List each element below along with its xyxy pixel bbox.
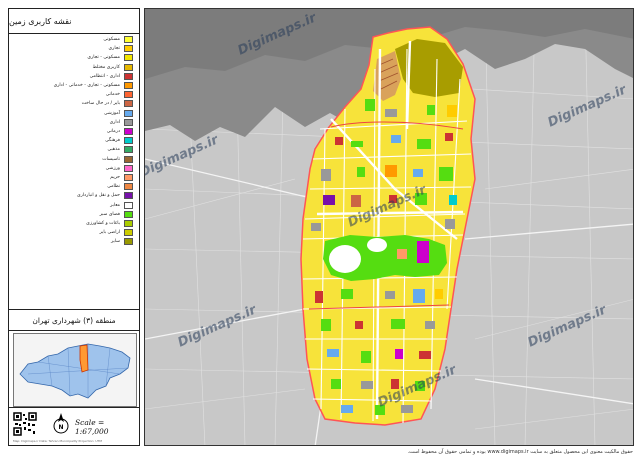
legend-swatch	[124, 54, 133, 62]
legend-item-label: مذهبی	[107, 147, 120, 153]
legend-item-label: سایر	[110, 239, 120, 245]
map-sheet: نقشه کاربری زمین مسکونی تجاری مسکونی - تجا…	[0, 0, 643, 461]
legend-item-label: تاسیسات	[102, 156, 120, 162]
legend-swatch	[124, 210, 133, 218]
legend-swatch	[124, 164, 133, 172]
legend-swatch	[124, 229, 133, 237]
legend-swatch	[124, 155, 133, 163]
legend-item-label: اداری - انتظامی	[89, 73, 120, 79]
map-footer: N Scale = 1:67,000 Map: Digimaps.ir Data…	[9, 407, 139, 446]
legend-item: کاربری مختلط	[13, 63, 133, 72]
legend-item: سایر	[13, 237, 133, 246]
legend-item: تجاری	[13, 44, 133, 53]
legend-item-label: اداری	[109, 119, 120, 125]
legend-item: حریم	[13, 173, 133, 182]
legend-item-label: اراضی بایر	[99, 230, 120, 236]
legend-item: اراضی بایر	[13, 228, 133, 237]
legend-swatch	[124, 201, 133, 209]
legend-title: نقشه کاربری زمین	[9, 9, 139, 34]
legend-item-label: ورزشی	[105, 165, 120, 171]
legend-item: مسکونی - تجاری - خدماتی - اداری	[13, 81, 133, 90]
legend-swatch	[124, 183, 133, 191]
scale-label: Scale = 1:67,000	[75, 418, 109, 436]
legend-item: اداری	[13, 118, 133, 127]
legend-item-label: خدماتی	[105, 92, 120, 98]
land-use-map[interactable]	[145, 9, 634, 446]
map-frame[interactable]: Digimaps.ir Digimaps.ir Digimaps.ir Digi…	[144, 8, 634, 446]
legend-item-label: حمل و نقل و انبارداری	[76, 193, 120, 199]
legend-item: فرهنگی	[13, 136, 133, 145]
legend-swatch	[124, 72, 133, 80]
legend-item: ورزشی	[13, 164, 133, 173]
legend-panel: نقشه کاربری زمین مسکونی تجاری مسکونی - تجا…	[8, 8, 140, 446]
legend-item: فضای سبز	[13, 210, 133, 219]
legend-item: مسکونی	[13, 35, 133, 44]
legend-item-label: معابر	[110, 202, 120, 208]
credit-text: Map: Digimaps.ir Data: Tehran Municipali…	[13, 439, 102, 443]
legend-item: باغات و کشاورزی	[13, 219, 133, 228]
legend-swatch	[124, 91, 133, 99]
legend-item-label: مسکونی - تجاری	[87, 55, 120, 61]
locator-map	[13, 333, 137, 407]
copyright-note: حقوق مالکیت معنوی این محصول متعلق به سای…	[407, 449, 633, 455]
legend-swatch	[124, 238, 133, 246]
legend-swatch	[124, 220, 133, 227]
legend-swatch	[124, 174, 133, 181]
legend-item: حمل و نقل و انبارداری	[13, 191, 133, 200]
legend-swatch	[124, 36, 133, 43]
legend-item: نظامی	[13, 182, 133, 191]
legend-item-label: فرهنگی	[105, 138, 120, 144]
legend-item-label: درمانی	[106, 129, 120, 134]
legend-list: مسکونی تجاری مسکونی - تجاری کاربری مختلط ادا…	[9, 35, 139, 249]
legend-item: مذهبی	[13, 145, 133, 154]
svg-text:N: N	[58, 424, 63, 431]
legend-swatch	[124, 118, 133, 126]
district-3-highlight	[79, 344, 89, 373]
legend-swatch	[124, 82, 133, 89]
legend-swatch	[124, 146, 133, 154]
legend-item-label: بایر / در حال ساخت	[81, 101, 120, 107]
legend-item: بایر / در حال ساخت	[13, 99, 133, 108]
legend-swatch	[124, 192, 133, 200]
north-arrow-icon: N	[53, 413, 69, 434]
legend-swatch	[124, 128, 133, 135]
legend-item-label: کاربری مختلط	[92, 64, 120, 70]
legend-swatch	[124, 100, 133, 108]
legend-item-label: مسکونی - تجاری - خدماتی - اداری	[53, 83, 120, 88]
legend-item-label: آموزشی	[103, 110, 120, 116]
legend-item-label: باغات و کشاورزی	[86, 221, 120, 226]
region-title: منطقه (۳) شهرداری تهران	[9, 309, 139, 331]
legend-item: آموزشی	[13, 109, 133, 118]
legend-item-label: مسکونی	[103, 37, 120, 42]
legend-item-label: تجاری	[108, 46, 120, 52]
legend-item: تاسیسات	[13, 155, 133, 164]
legend-item: مسکونی - تجاری	[13, 53, 133, 62]
legend-item: خدماتی	[13, 90, 133, 99]
legend-item-label: فضای سبز	[99, 211, 120, 217]
legend-item: معابر	[13, 201, 133, 210]
legend-item-label: حریم	[110, 175, 120, 180]
legend-item: اداری - انتظامی	[13, 72, 133, 81]
legend-swatch	[124, 45, 133, 53]
legend-item-label: نظامی	[107, 184, 120, 190]
legend-swatch	[124, 109, 133, 117]
qr-code-icon	[13, 412, 37, 436]
legend-swatch	[124, 63, 133, 71]
legend-swatch	[124, 137, 133, 145]
legend-item: درمانی	[13, 127, 133, 136]
